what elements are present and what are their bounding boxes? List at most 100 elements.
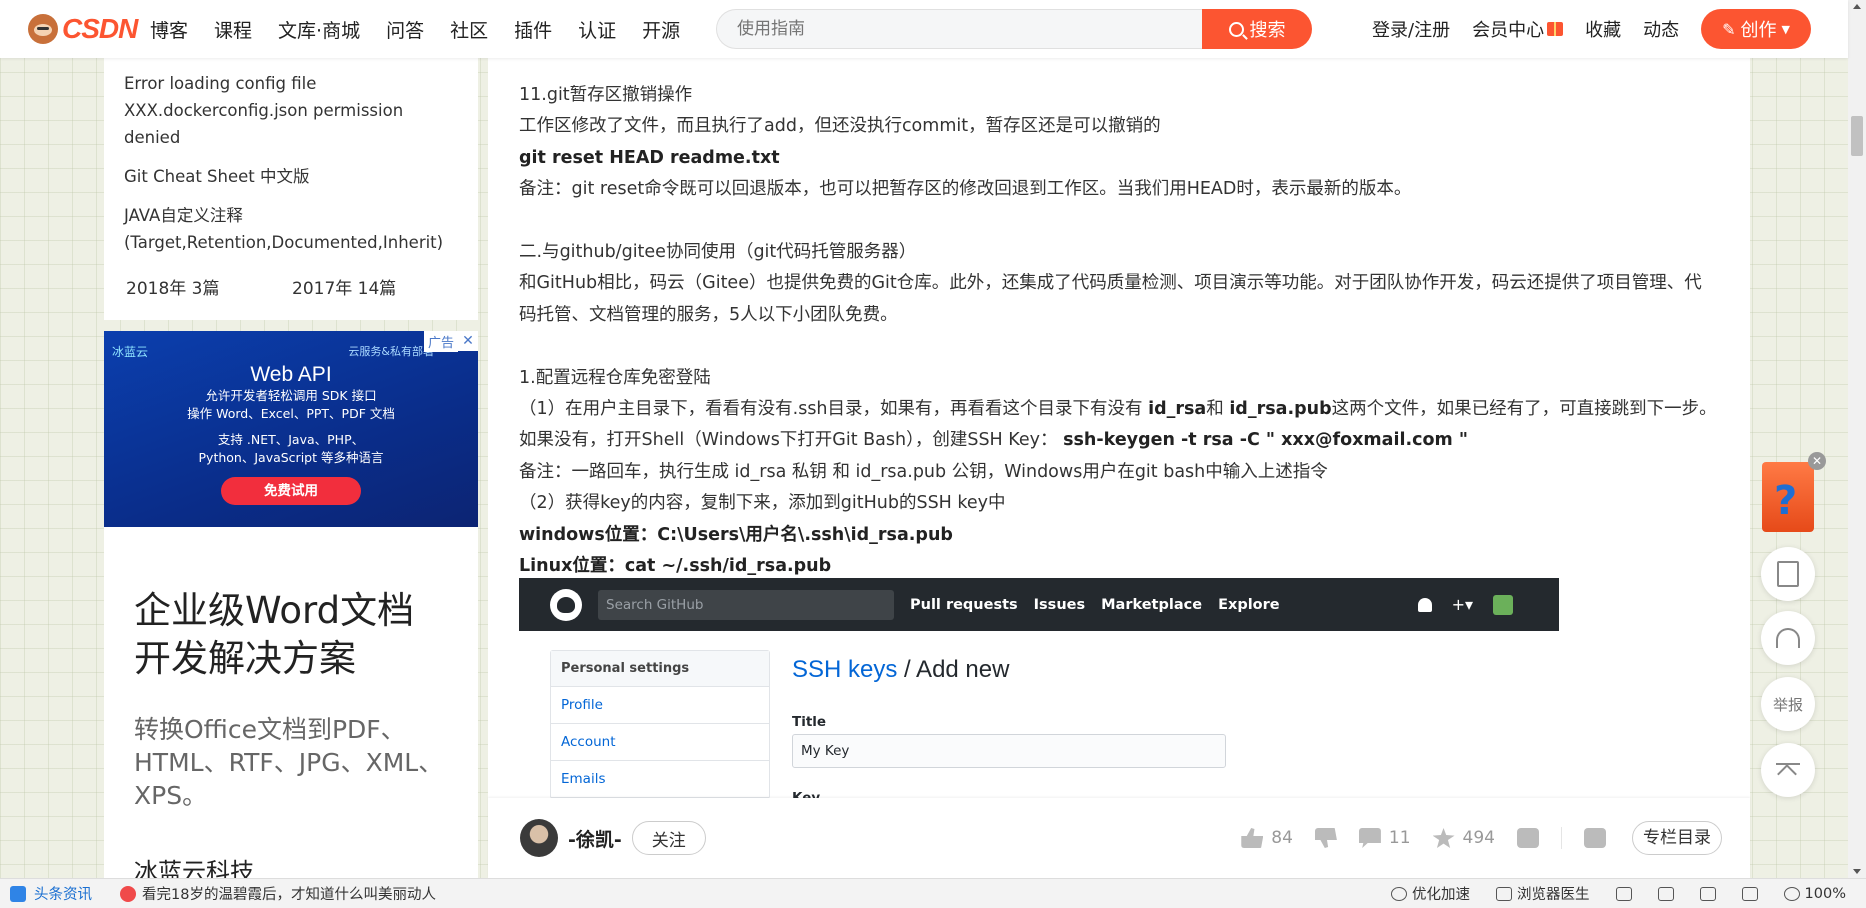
- github-add-new: / Add new: [897, 656, 1010, 683]
- promo-card[interactable]: 企业级Word文档 开发解决方案 转换Office文档到PDF、HTML、RTF…: [104, 527, 478, 908]
- like-count: 84: [1271, 828, 1293, 848]
- scroll-thumb[interactable]: [1851, 116, 1863, 156]
- back-to-top-button[interactable]: [1761, 743, 1815, 797]
- ad-banner-webapi[interactable]: 冰蓝云 云服务&私有部署 广告 ✕ Web API 允许开发者轻松调用 SDK …: [104, 331, 478, 527]
- volume-button[interactable]: [1699, 886, 1716, 901]
- ad-brand: 冰蓝云: [112, 345, 149, 359]
- section-2-desc: 和GitHub相比，码云（Gitee）也提供免费的Git仓库。此外，还集成了代码…: [519, 273, 1702, 325]
- search-button[interactable]: 搜索: [1202, 9, 1312, 49]
- news-headline[interactable]: 看完18岁的温碧霞后，才知道什么叫美丽动人: [142, 883, 436, 904]
- activity-link[interactable]: 动态: [1643, 16, 1679, 42]
- related-link-docker-config[interactable]: Error loading config file XXX.dockerconf…: [124, 70, 458, 151]
- github-search: Search GitHub: [598, 589, 894, 620]
- related-link-git-cheat-sheet[interactable]: Git Cheat Sheet 中文版: [124, 163, 458, 190]
- column-toc-button[interactable]: 专栏目录: [1632, 821, 1722, 855]
- archive-2017[interactable]: 2017年 14篇: [292, 274, 458, 299]
- vertical-scrollbar[interactable]: [1848, 0, 1866, 878]
- news-icon: [10, 885, 26, 902]
- window-icon: [1741, 886, 1758, 901]
- related-articles-card: Error loading config file XXX.dockerconf…: [104, 58, 478, 320]
- window-button[interactable]: [1741, 886, 1758, 901]
- thumbs-up-icon: [1241, 828, 1264, 848]
- optimize-button[interactable]: 优化加速: [1391, 883, 1470, 904]
- favorite-button[interactable]: 494: [1432, 828, 1495, 848]
- vip-center-link[interactable]: 会员中心: [1472, 16, 1564, 42]
- step1-text-c: 和: [1206, 399, 1230, 420]
- nav-community[interactable]: 社区: [450, 16, 488, 43]
- create-button-label: 创作: [1740, 20, 1777, 41]
- ad-title: Web API: [250, 363, 332, 386]
- floating-ad[interactable]: ✕: [1762, 452, 1826, 532]
- scroll-down-icon[interactable]: [1853, 869, 1861, 874]
- login-link[interactable]: 登录/注册: [1372, 16, 1450, 42]
- author-avatar[interactable]: [520, 819, 558, 857]
- star-icon: [1432, 828, 1455, 848]
- section-11-desc: 工作区修改了文件，而且执行了add，但还没执行commit，暂存区还是可以撤销的: [519, 116, 1161, 137]
- related-link-java-annotation[interactable]: JAVA自定义注释(Target,Retention,Documented,In…: [124, 202, 458, 256]
- main-nav: 博客 课程 文库·商城 问答 社区 插件 认证 开源: [150, 16, 706, 43]
- csdn-logo-icon: [28, 14, 58, 44]
- comment-button[interactable]: 11: [1358, 828, 1411, 848]
- nav-blog[interactable]: 博客: [150, 16, 188, 43]
- step1-id-rsa-pub: id_rsa.pub: [1229, 399, 1332, 420]
- write-article-button[interactable]: [1761, 547, 1815, 601]
- create-button[interactable]: ✎ 创作 ▼: [1701, 9, 1812, 49]
- report-button[interactable]: 举报: [1761, 677, 1815, 731]
- promo-subtitle: 转换Office文档到PDF、HTML、RTF、JPG、XML、XPS。: [134, 715, 444, 810]
- customer-service-button[interactable]: [1761, 611, 1815, 665]
- ad-close-icon[interactable]: ✕: [458, 331, 478, 351]
- zoom-icon: [1783, 886, 1800, 901]
- comment-icon: [1358, 828, 1381, 848]
- nav-plugins[interactable]: 插件: [514, 16, 552, 43]
- nav-qa[interactable]: 问答: [386, 16, 424, 43]
- github-menu-emails: Emails: [551, 761, 769, 798]
- pen-icon: ✎: [1722, 19, 1736, 39]
- scroll-up-icon[interactable]: [1853, 4, 1861, 9]
- favorite-count: 494: [1462, 828, 1495, 848]
- plus-icon: +▾: [1451, 595, 1473, 614]
- archive-list: 2018年 3篇 2017年 14篇: [124, 274, 458, 299]
- vr-button[interactable]: [1657, 886, 1674, 901]
- github-key-label: Key: [792, 790, 821, 798]
- arrow-up-icon: [1776, 763, 1800, 777]
- browser-status-bar: 头条资讯 看完18岁的温碧霞后，才知道什么叫美丽动人 优化加速 浏览器医生 10…: [0, 878, 1866, 908]
- browser-doctor-button[interactable]: 浏览器医生: [1496, 883, 1590, 904]
- section-2-1-title: 1.配置远程仓库免密登陆: [519, 367, 711, 388]
- github-avatar-icon: [1493, 594, 1513, 615]
- zoom-control[interactable]: 100%: [1783, 886, 1846, 902]
- ad-tag: 广告: [423, 331, 458, 352]
- archive-2018[interactable]: 2018年 3篇: [126, 274, 292, 299]
- follow-button[interactable]: 关注: [631, 821, 706, 855]
- github-header: Search GitHub Pull requests Issues Marke…: [519, 578, 1559, 631]
- browser-doctor-label: 浏览器医生: [1517, 887, 1590, 903]
- reward-button[interactable]: [1517, 828, 1539, 848]
- network-button[interactable]: [1615, 886, 1632, 901]
- ad-line: 操作 Word、Excel、PPT、PDF 文档: [187, 406, 395, 421]
- dislike-button[interactable]: [1314, 828, 1337, 848]
- github-ssh-heading: SSH keys / Add new: [792, 656, 1009, 684]
- section-2-title: 二.与github/gitee协同使用（git代码托管服务器）: [519, 242, 917, 263]
- search-input[interactable]: [716, 9, 1202, 49]
- favorites-link[interactable]: 收藏: [1585, 16, 1621, 42]
- github-title-label: Title: [792, 714, 827, 730]
- article-actions: 84 11 494 专栏目录: [1219, 821, 1722, 855]
- nav-certification[interactable]: 认证: [578, 16, 616, 43]
- vip-center-label: 会员中心: [1472, 20, 1545, 41]
- glasses-icon: [1657, 886, 1674, 901]
- floating-ad-close-icon[interactable]: ✕: [1808, 452, 1826, 470]
- csdn-logo[interactable]: CSDN: [28, 13, 138, 45]
- ad-free-trial-button[interactable]: 免费试用: [221, 477, 361, 505]
- nav-library[interactable]: 文库·商城: [278, 16, 360, 43]
- share-button[interactable]: [1584, 828, 1606, 848]
- report-label: 举报: [1772, 695, 1803, 714]
- author-name[interactable]: -徐凯-: [568, 825, 622, 852]
- like-button[interactable]: 84: [1241, 828, 1293, 848]
- github-nav-marketplace: Marketplace: [1101, 596, 1203, 613]
- github-header-right: +▾: [1417, 594, 1513, 615]
- comment-count: 11: [1388, 828, 1411, 848]
- news-label[interactable]: 头条资讯: [34, 883, 92, 904]
- nav-courses[interactable]: 课程: [214, 16, 252, 43]
- nav-opensource[interactable]: 开源: [642, 16, 680, 43]
- reward-icon: [1517, 828, 1539, 848]
- rocket-icon: [1391, 886, 1408, 901]
